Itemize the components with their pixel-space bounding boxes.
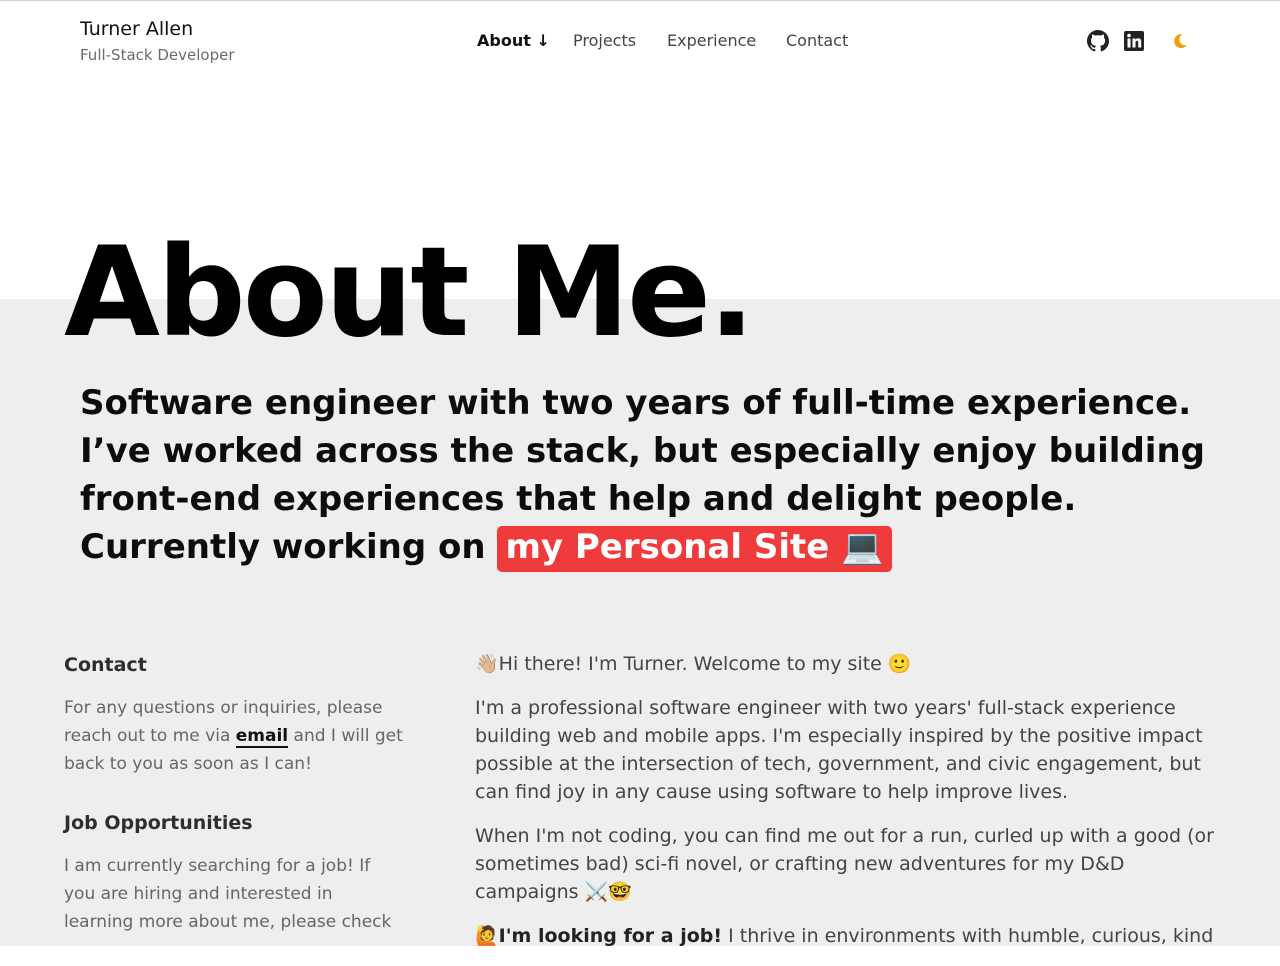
- nav-item-experience[interactable]: Experience: [667, 31, 756, 51]
- current-project-line: Currently working on my Personal Site 💻: [80, 523, 1230, 572]
- greeting: 👋🏼Hi there! I'm Turner. Welcome to my si…: [475, 653, 912, 675]
- job-callout-text: I thrive in environments with humble, cu…: [728, 925, 1214, 947]
- moon-icon[interactable]: [1169, 30, 1191, 52]
- github-icon[interactable]: [1087, 30, 1109, 52]
- current-prefix: Currently working on: [80, 527, 486, 567]
- site-header: Turner Allen Full-Stack Developer About …: [0, 0, 1280, 82]
- sidebar: Contact For any questions or inquiries, …: [64, 652, 404, 936]
- linkedin-icon[interactable]: [1123, 30, 1145, 52]
- nav-item-contact[interactable]: Contact: [786, 31, 848, 51]
- nav-item-about[interactable]: About ↓: [477, 31, 550, 51]
- nav-item-projects[interactable]: Projects: [573, 31, 636, 51]
- contact-heading: Contact: [64, 654, 147, 676]
- about-paragraph-1: I'm a professional software engineer wit…: [475, 697, 1203, 803]
- intro-statement: Software engineer with two years of full…: [80, 379, 1230, 572]
- jobs-text: I am currently searching for a job! If y…: [64, 856, 392, 932]
- page-title: About Me.: [64, 221, 755, 365]
- brand[interactable]: Turner Allen Full-Stack Developer: [80, 17, 235, 66]
- brand-name: Turner Allen: [80, 18, 194, 40]
- about-paragraph-2: When I'm not coding, you can find me out…: [475, 825, 1214, 903]
- intro-text: Software engineer with two years of full…: [80, 383, 1205, 519]
- current-project-badge[interactable]: my Personal Site 💻: [497, 526, 892, 572]
- about-main-content: 👋🏼Hi there! I'm Turner. Welcome to my si…: [475, 650, 1215, 966]
- job-callout: I'm looking for a job!: [498, 925, 723, 947]
- job-opportunities-block: Job Opportunities I am currently searchi…: [64, 810, 404, 936]
- email-link[interactable]: email: [235, 726, 289, 748]
- raising-hand-emoji: 🙋: [475, 925, 499, 947]
- jobs-heading: Job Opportunities: [64, 812, 253, 834]
- contact-text: For any questions or inquiries, please r…: [64, 694, 404, 778]
- brand-role: Full-Stack Developer: [80, 46, 235, 64]
